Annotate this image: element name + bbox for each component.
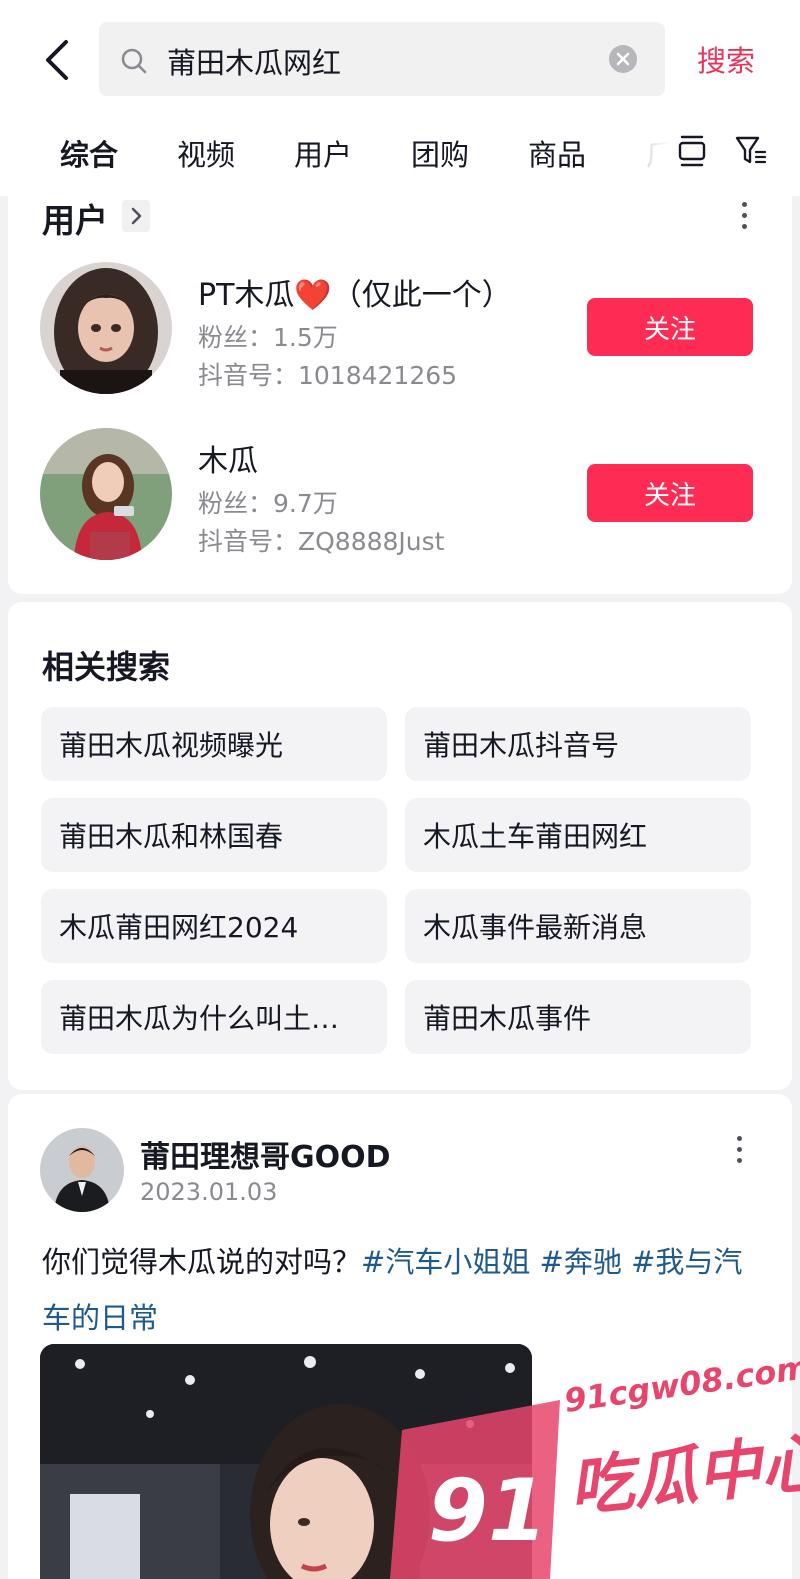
- back-arrow-icon: [46, 40, 68, 80]
- related-search-chip[interactable]: 莆田木瓜视频曝光: [41, 707, 387, 781]
- search-tabs: 综合 视频 用户 团购 商品 ⺁: [0, 126, 800, 182]
- users-more-button[interactable]: [122, 200, 150, 232]
- watermark-logo: 91 91cgw08.com 吃瓜中心: [390, 1348, 800, 1579]
- related-search-chip[interactable]: 木瓜莆田网红2024: [41, 889, 387, 963]
- related-search-chip[interactable]: 莆田木瓜事件: [405, 980, 751, 1054]
- tab-products[interactable]: 商品: [528, 132, 586, 174]
- user-avatar-image: [40, 262, 172, 394]
- avatar[interactable]: [40, 262, 172, 394]
- search-header: 莆田木瓜网红 搜索 综合 视频 用户 团购 商品 ⺁: [0, 0, 800, 196]
- clear-icon[interactable]: [608, 44, 638, 74]
- chevron-right-icon: [131, 207, 142, 225]
- post-caption-text: 你们觉得木瓜说的对吗？: [42, 1245, 362, 1279]
- avatar[interactable]: [40, 428, 172, 560]
- search-input[interactable]: 莆田木瓜网红: [99, 22, 665, 96]
- post-caption[interactable]: 你们觉得木瓜说的对吗？#汽车小姐姐 #奔驰 #我与汽车的日常: [42, 1234, 762, 1346]
- tab-comprehensive[interactable]: 综合: [60, 132, 118, 174]
- filter-icon[interactable]: [734, 134, 768, 168]
- related-search-chip[interactable]: 木瓜事件最新消息: [405, 889, 751, 963]
- user-douyin-id: 抖音号：1018421265: [198, 361, 458, 390]
- related-search-chip[interactable]: 莆田木瓜为什么叫土…: [41, 980, 387, 1054]
- search-button[interactable]: 搜索: [697, 38, 755, 80]
- watermark: 91 91cgw08.com 吃瓜中心: [390, 1348, 800, 1579]
- section-title-users: 用户: [42, 201, 108, 240]
- post-author-avatar-image: [40, 1128, 124, 1212]
- tab-video[interactable]: 视频: [177, 132, 235, 174]
- related-search-chip[interactable]: 木瓜土车莆田网红: [405, 798, 751, 872]
- user-douyin-id: 抖音号：ZQ8888Just: [198, 527, 445, 556]
- tab-users[interactable]: 用户: [294, 132, 352, 174]
- more-options-icon[interactable]: [740, 202, 748, 234]
- tab-group-buy[interactable]: 团购: [411, 132, 469, 174]
- user-fans: 粉丝：9.7万: [198, 489, 338, 518]
- section-title-related: 相关搜索: [42, 648, 171, 686]
- hashtag-link[interactable]: #奔驰: [540, 1245, 622, 1279]
- back-button[interactable]: [36, 36, 76, 84]
- follow-button[interactable]: 关注: [587, 464, 753, 522]
- avatar[interactable]: [40, 1128, 124, 1212]
- layout-toggle-icon[interactable]: [676, 134, 708, 168]
- search-query-text: 莆田木瓜网红: [167, 46, 342, 80]
- hashtag-link[interactable]: #汽车小姐姐: [361, 1245, 530, 1279]
- user-avatar-image: [40, 428, 172, 560]
- related-search-chip[interactable]: 莆田木瓜抖音号: [405, 707, 751, 781]
- follow-button[interactable]: 关注: [587, 298, 753, 356]
- more-options-icon[interactable]: [735, 1136, 743, 1168]
- user-fans: 粉丝：1.5万: [198, 323, 338, 352]
- users-section: 用户 PT木瓜❤️（仅此一个） 粉丝：1.5万 抖音号：1018421265 关…: [8, 196, 792, 594]
- user-name[interactable]: 木瓜: [198, 436, 258, 480]
- svg-text:吃瓜中心: 吃瓜中心: [566, 1425, 800, 1526]
- related-search-chip[interactable]: 莆田木瓜和林国春: [41, 798, 387, 872]
- svg-text:91cgw08.com: 91cgw08.com: [562, 1360, 800, 1420]
- user-result-row[interactable]: 木瓜 粉丝：9.7万 抖音号：ZQ8888Just 关注: [8, 428, 792, 568]
- related-searches-section: 相关搜索 莆田木瓜视频曝光 莆田木瓜抖音号 莆田木瓜和林国春 木瓜土车莆田网红 …: [8, 602, 792, 1090]
- post-author-name[interactable]: 莆田理想哥GOOD: [140, 1132, 391, 1176]
- svg-text:91: 91: [428, 1461, 548, 1561]
- search-icon: [121, 48, 147, 74]
- post-date: 2023.01.03: [140, 1178, 278, 1206]
- user-result-row[interactable]: PT木瓜❤️（仅此一个） 粉丝：1.5万 抖音号：1018421265 关注: [8, 262, 792, 402]
- user-name[interactable]: PT木瓜❤️（仅此一个）: [198, 270, 512, 314]
